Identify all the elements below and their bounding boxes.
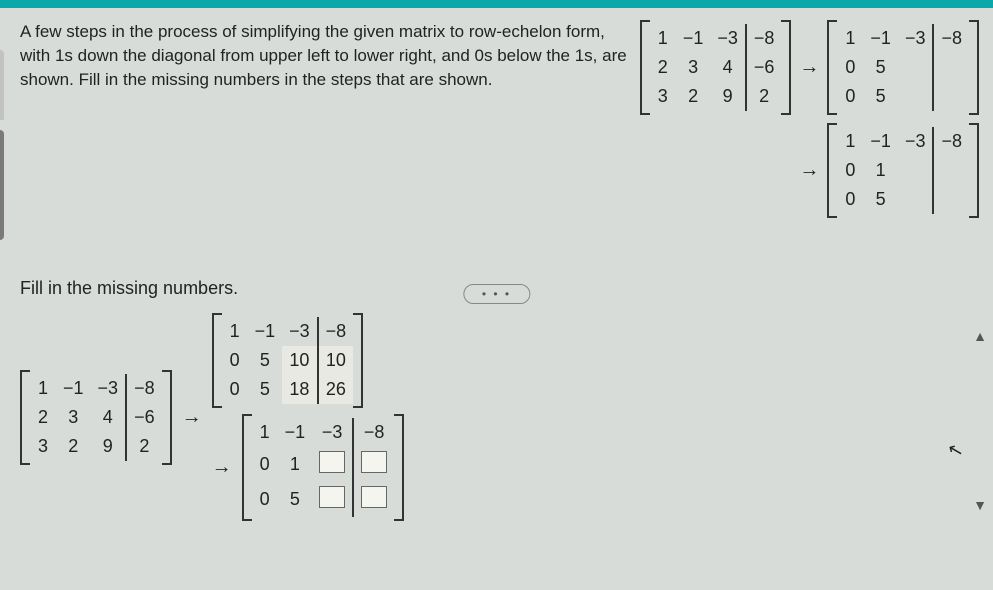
blank-input[interactable] <box>361 486 387 508</box>
given-steps: 1−1−3−8 234−6 3292 → 1−1−3−8 05 05 → <box>640 20 979 218</box>
arrow-icon: → <box>799 159 819 182</box>
matrix-bottom-3: 1−1−3−8 01 05 <box>242 414 405 521</box>
arrow-icon: → <box>182 406 202 429</box>
ellipsis-button[interactable]: • • • <box>463 284 530 304</box>
answer-cell[interactable]: 18 <box>282 375 318 404</box>
answer-cell[interactable]: 10 <box>282 346 318 375</box>
blank-input[interactable] <box>319 486 345 508</box>
matrix-top-1: 1−1−3−8 234−6 3292 <box>640 20 792 115</box>
blank-input[interactable] <box>319 451 345 473</box>
matrix-top-2: 1−1−3−8 05 05 <box>827 20 979 115</box>
matrix-bottom-1: 1−1−3−8 234−6 3292 <box>20 370 172 465</box>
arrow-icon: → <box>799 56 819 79</box>
scroll-down-icon[interactable]: ▼ <box>973 497 987 513</box>
answer-cell[interactable]: 26 <box>318 375 354 404</box>
arrow-icon: → <box>212 456 232 479</box>
matrix-top-3: 1−1−3−8 01 05 <box>827 123 979 218</box>
problem-instruction: A few steps in the process of simplifyin… <box>20 20 630 218</box>
blank-input[interactable] <box>361 451 387 473</box>
answer-cell[interactable]: 10 <box>318 346 354 375</box>
scroll-up-icon[interactable]: ▲ <box>973 328 987 344</box>
matrix-bottom-2: 1−1−3−8 051010 051826 <box>212 313 364 408</box>
